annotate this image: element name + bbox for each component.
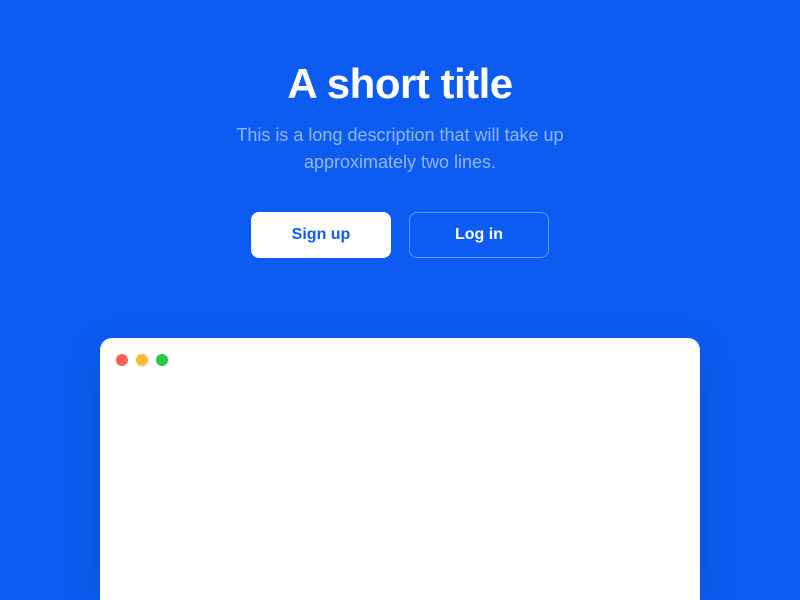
maximize-icon (156, 354, 168, 366)
close-icon (116, 354, 128, 366)
page-title: A short title (287, 60, 512, 108)
page-description: This is a long description that will tak… (220, 122, 580, 176)
minimize-icon (136, 354, 148, 366)
hero-section: A short title This is a long description… (220, 60, 580, 258)
browser-mockup (100, 338, 700, 600)
login-button[interactable]: Log in (409, 212, 549, 258)
cta-button-row: Sign up Log in (251, 212, 549, 258)
signup-button[interactable]: Sign up (251, 212, 391, 258)
window-traffic-lights (116, 354, 684, 366)
